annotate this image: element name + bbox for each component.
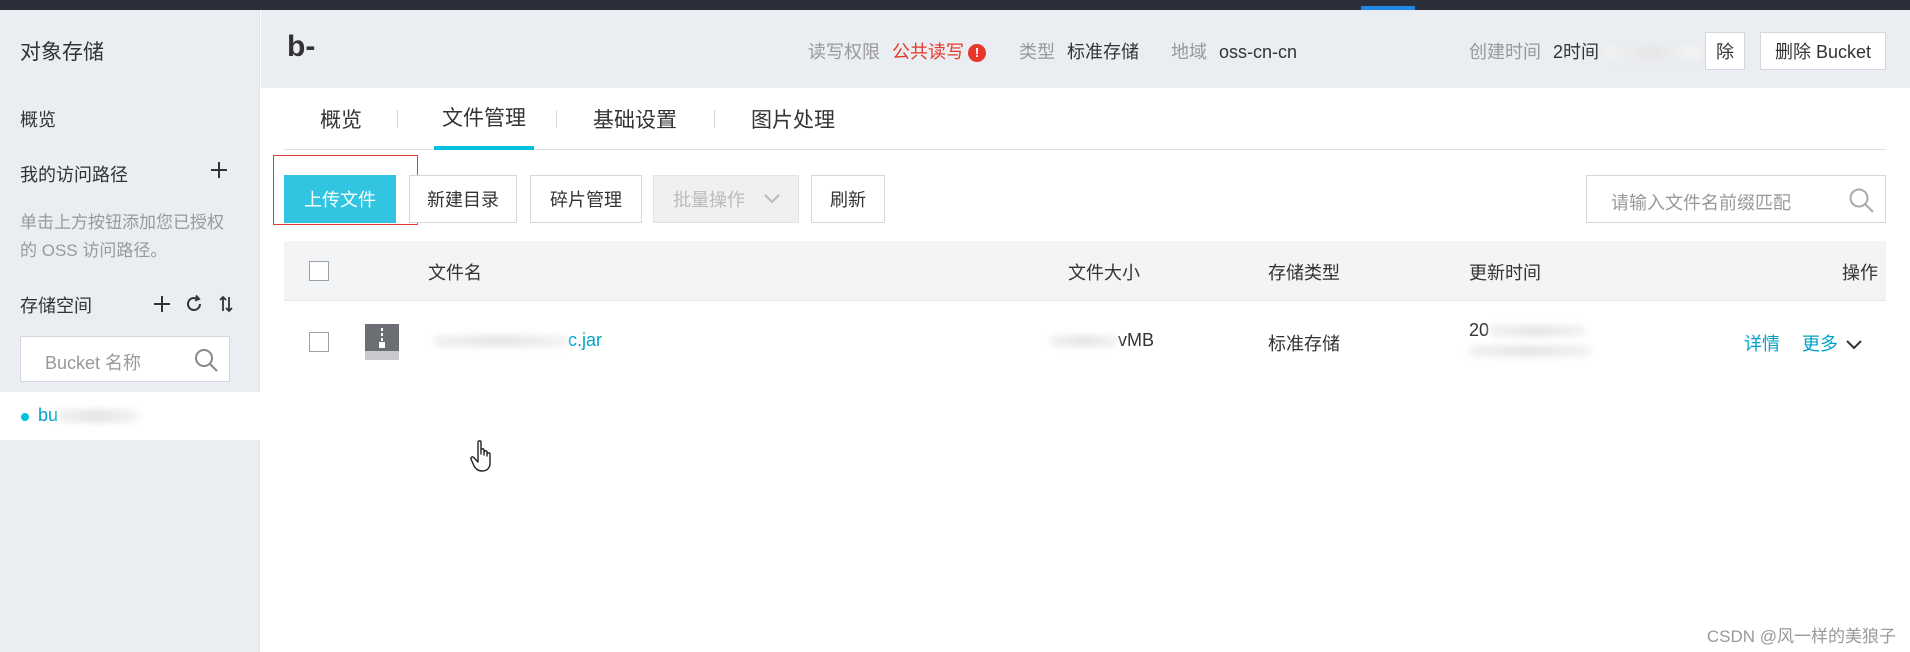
search-icon[interactable] xyxy=(193,347,219,378)
sidebar-title: 对象存储 xyxy=(20,41,104,64)
batch-operation-dropdown: 批量操作 xyxy=(653,175,799,223)
tab-file-management[interactable]: 文件管理 xyxy=(434,88,534,150)
created-time: 创建时间 2时间 xyxy=(1469,38,1702,64)
add-access-path-icon[interactable] xyxy=(209,158,229,184)
bucket-name[interactable]: bu xyxy=(38,405,139,426)
tab-basic-settings[interactable]: 基础设置 xyxy=(593,88,677,150)
tab-separator xyxy=(714,110,715,128)
read-write-permission: 读写权限 公共读写! xyxy=(808,38,986,64)
region: 地域 oss-cn-cn xyxy=(1171,42,1298,62)
storage-space-tools xyxy=(151,293,237,315)
bucket-search-placeholder: Bucket 名称 xyxy=(45,353,142,373)
delete-bucket-button[interactable]: 删除 Bucket xyxy=(1760,32,1886,70)
sidebar: 对象存储 概览 我的访问路径 单击上方按钮添加您已授权的 OSS 访问路径。 存… xyxy=(0,10,260,652)
add-bucket-icon[interactable] xyxy=(151,293,173,315)
sidebar-bucket-item[interactable]: bu xyxy=(0,392,260,440)
file-name-link[interactable]: c.jar xyxy=(434,330,602,351)
search-icon[interactable] xyxy=(1847,186,1875,219)
sidebar-item-overview[interactable]: 概览 xyxy=(20,106,56,132)
table-row: c.jar vMB 标准存储 20 详情 更多 xyxy=(284,301,1886,381)
column-header-filename: 文件名 xyxy=(428,263,482,283)
access-path-hint: 单击上方按钮添加您已授权的 OSS 访问路径。 xyxy=(20,213,224,260)
refresh-icon[interactable] xyxy=(183,293,205,315)
tab-separator xyxy=(397,110,398,128)
warning-icon: ! xyxy=(968,44,986,63)
more-actions-dropdown[interactable]: 更多 xyxy=(1802,330,1863,356)
column-header-actions: 操作 xyxy=(1842,263,1878,283)
sort-icon[interactable] xyxy=(215,293,237,315)
file-size: vMB xyxy=(1050,330,1154,351)
partial-header-button[interactable]: 除 xyxy=(1705,32,1745,70)
top-nav-bar xyxy=(0,0,1910,10)
watermark: CSDN @风一样的美狼子 xyxy=(1706,627,1896,646)
file-updated-time: 20 xyxy=(1469,320,1591,362)
chevron-down-icon xyxy=(1845,335,1863,356)
column-header-storage-type: 存储类型 xyxy=(1268,263,1340,283)
tab-bar: 概览 文件管理 基础设置 图片处理 xyxy=(284,88,1886,150)
bucket-active-dot xyxy=(21,413,29,421)
file-storage-type: 标准存储 xyxy=(1268,334,1340,354)
chevron-down-icon xyxy=(763,193,781,205)
bucket-title: b- xyxy=(287,30,316,63)
hand-cursor-icon xyxy=(470,440,496,479)
fragment-management-button[interactable]: 碎片管理 xyxy=(530,175,642,223)
sidebar-item-access-paths: 我的访问路径 xyxy=(20,165,128,185)
file-search-placeholder: 请输入文件名前缀匹配 xyxy=(1611,193,1791,213)
tab-image-processing[interactable]: 图片处理 xyxy=(751,88,835,150)
storage-type: 类型 标准存储 xyxy=(1019,42,1139,62)
select-all-checkbox[interactable] xyxy=(309,261,329,281)
new-directory-button[interactable]: 新建目录 xyxy=(409,175,517,223)
file-prefix-search-input[interactable]: 请输入文件名前缀匹配 xyxy=(1586,175,1886,223)
detail-link[interactable]: 详情 xyxy=(1744,330,1780,356)
tab-overview[interactable]: 概览 xyxy=(320,88,362,150)
batch-operation-label: 批量操作 xyxy=(673,190,745,210)
bucket-search-input[interactable]: Bucket 名称 xyxy=(20,336,230,382)
sidebar-item-storage-space: 存储空间 xyxy=(20,296,92,316)
bucket-header: b- 读写权限 公共读写! 类型 标准存储 地域 oss-cn-cn 创建时间 2时间 … xyxy=(261,10,1910,88)
file-table-header: 文件名 文件大小 存储类型 更新时间 操作 xyxy=(284,241,1886,301)
tab-separator xyxy=(556,110,557,128)
row-checkbox[interactable] xyxy=(309,332,329,352)
upload-file-button[interactable]: 上传文件 xyxy=(284,175,396,223)
column-header-updated-time: 更新时间 xyxy=(1469,263,1541,283)
refresh-button[interactable]: 刷新 xyxy=(811,175,885,223)
archive-file-icon xyxy=(365,324,399,360)
column-header-file-size: 文件大小 xyxy=(1068,263,1140,283)
